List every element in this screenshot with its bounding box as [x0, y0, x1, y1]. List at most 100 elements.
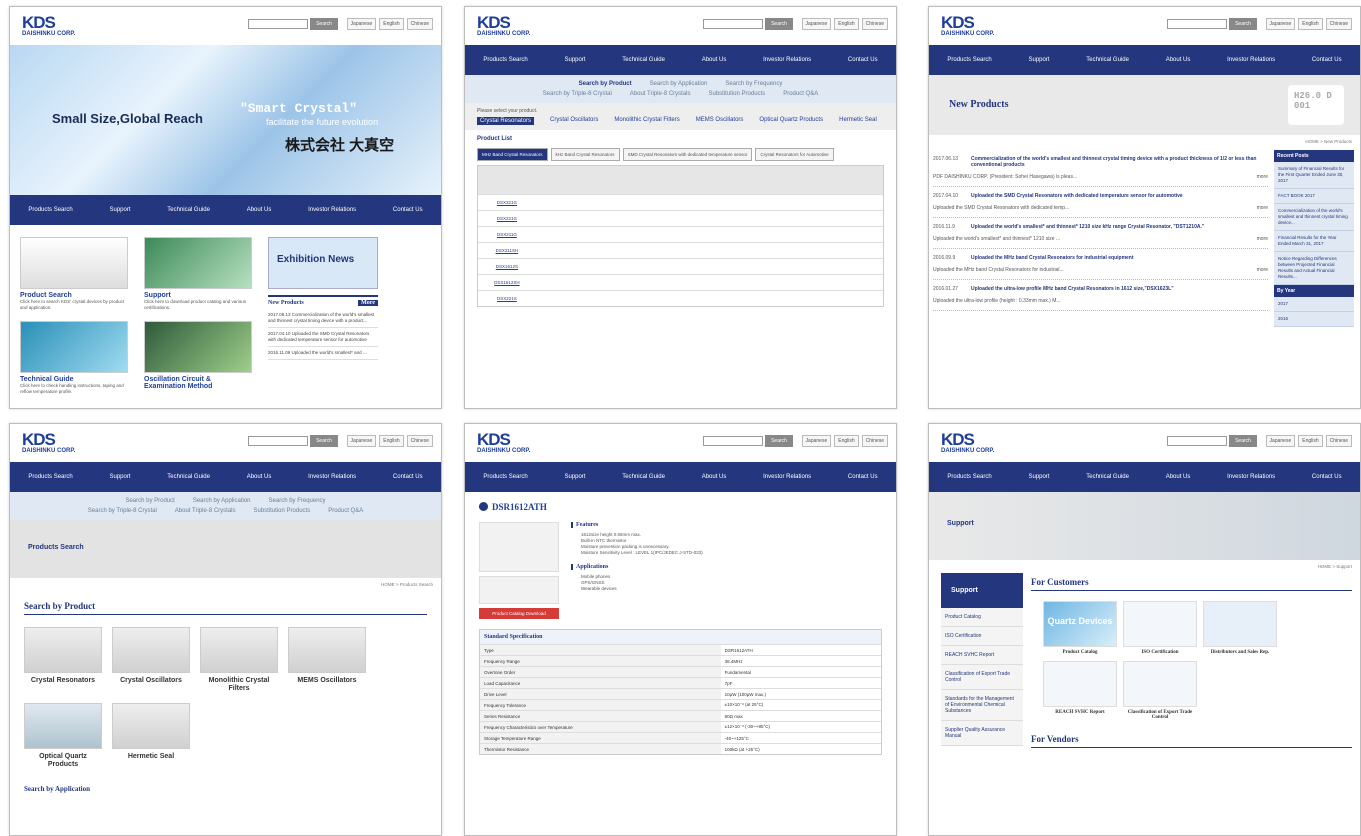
nav-investor-relations[interactable]: Investor Relations	[1227, 474, 1275, 480]
nav-contact-us[interactable]: Contact Us	[1312, 474, 1342, 480]
category-item[interactable]: MEMS Oscillators	[696, 117, 744, 125]
more-link[interactable]: more	[1257, 267, 1268, 273]
tile-title[interactable]: Support	[144, 292, 254, 299]
nav-products-search[interactable]: Products Search	[28, 474, 72, 480]
technical-guide-thumb[interactable]	[20, 321, 128, 373]
resource-card[interactable]: Distributors and Sales Rep.	[1203, 601, 1277, 655]
kds-logo[interactable]: KDS DAISHINKU CORP.	[941, 14, 999, 38]
category-item[interactable]: Optical Quartz Products	[759, 117, 823, 125]
more-link[interactable]: more	[1257, 236, 1268, 242]
news-item[interactable]: 2017.06.13 Commercialization of the worl…	[268, 309, 378, 328]
nav-about-us[interactable]: About Us	[702, 57, 727, 63]
nav-contact-us[interactable]: Contact Us	[393, 474, 423, 480]
lang-chinese[interactable]: Chinese	[1325, 435, 1352, 447]
search-button[interactable]: Search	[1229, 435, 1257, 447]
tile-title[interactable]: Product Search	[20, 292, 130, 299]
lang-english[interactable]: English	[1298, 18, 1323, 30]
sidebar-item[interactable]: REACH SVHC Report	[941, 646, 1023, 665]
model-link[interactable]: DSX211SH	[478, 248, 536, 253]
subnav-link[interactable]: About Triple-8 Crystals	[630, 91, 691, 97]
lang-chinese[interactable]: Chinese	[861, 435, 888, 447]
sidebar-item[interactable]: Supplier Quality Assurance Manual	[941, 721, 1023, 746]
model-link[interactable]: DSX221G	[478, 216, 536, 221]
resource-card[interactable]: ISO Certification	[1123, 601, 1197, 655]
lang-japanese[interactable]: Japanese	[346, 435, 377, 447]
news-headline[interactable]: Commercialization of the world's smalles…	[971, 156, 1268, 168]
search-input[interactable]	[248, 436, 308, 446]
category-item[interactable]: Crystal Oscillators	[550, 117, 598, 125]
resource-card[interactable]: Quartz Devices Product Catalog	[1043, 601, 1117, 655]
lang-english[interactable]: English	[379, 18, 404, 30]
model-link[interactable]: DSX211G	[478, 232, 536, 237]
product-card[interactable]: MEMS Oscillators	[288, 627, 366, 693]
nav-contact-us[interactable]: Contact Us	[1312, 57, 1342, 63]
nav-support[interactable]: Support	[1028, 474, 1049, 480]
model-link[interactable]: DSX221S	[478, 296, 536, 301]
nav-investor-relations[interactable]: Investor Relations	[763, 57, 811, 63]
nav-contact-us[interactable]: Contact Us	[848, 474, 878, 480]
kds-logo[interactable]: KDS DAISHINKU CORP.	[22, 14, 80, 38]
news-item[interactable]: 2017.04.10 Uploaded the SMD Crystal Reso…	[268, 328, 378, 347]
recent-post-link[interactable]: FACT BOOK 2017	[1274, 189, 1354, 204]
lang-chinese[interactable]: Chinese	[406, 18, 433, 30]
subnav-link[interactable]: Search by Triple-8 Crystal	[543, 91, 612, 97]
search-button[interactable]: Search	[310, 435, 338, 447]
support-thumb[interactable]	[144, 237, 252, 289]
news-headline[interactable]: Uploaded the MHz band Crystal Resonators…	[971, 255, 1134, 261]
tab-mhz-band[interactable]: MHz Band Crystal Resonators	[477, 148, 548, 161]
nav-about-us[interactable]: About Us	[1166, 474, 1191, 480]
subnav-link[interactable]: Substitution Products	[709, 91, 766, 97]
nav-about-us[interactable]: About Us	[1166, 57, 1191, 63]
nav-products-search[interactable]: Products Search	[947, 57, 991, 63]
category-item[interactable]: Hermetic Seal	[839, 117, 877, 125]
kds-logo[interactable]: KDS DAISHINKU CORP.	[22, 431, 80, 455]
nav-about-us[interactable]: About Us	[247, 207, 272, 213]
kds-logo[interactable]: KDS DAISHINKU CORP.	[477, 431, 535, 455]
lang-chinese[interactable]: Chinese	[406, 435, 433, 447]
catalog-download-button[interactable]: Product Catalog Download	[479, 608, 559, 619]
news-headline[interactable]: Uploaded the world's smallest* and thinn…	[971, 224, 1204, 230]
kds-logo[interactable]: KDS DAISHINKU CORP.	[941, 431, 999, 455]
resource-card[interactable]: REACH SVHC Report	[1043, 661, 1117, 720]
nav-technical-guide[interactable]: Technical Guide	[1086, 57, 1129, 63]
oscillation-thumb[interactable]	[144, 321, 252, 373]
exhibition-news-banner[interactable]: Exhibition News	[268, 237, 378, 289]
lang-english[interactable]: English	[834, 435, 859, 447]
recent-post-link[interactable]: Financial Results for the Year Ended Mar…	[1274, 231, 1354, 252]
nav-technical-guide[interactable]: Technical Guide	[622, 474, 665, 480]
model-link[interactable]: DSX1612S	[478, 264, 536, 269]
tile-title[interactable]: Oscillation Circuit & Examination Method	[144, 376, 254, 390]
nav-technical-guide[interactable]: Technical Guide	[622, 57, 665, 63]
sidebar-item[interactable]: Classification of Export Trade Control	[941, 665, 1023, 690]
news-item[interactable]: 2016.11.09 Uploaded the world's smallest…	[268, 347, 378, 360]
nav-contact-us[interactable]: Contact Us	[848, 57, 878, 63]
lang-chinese[interactable]: Chinese	[1325, 18, 1352, 30]
search-button[interactable]: Search	[765, 435, 793, 447]
nav-contact-us[interactable]: Contact Us	[393, 207, 423, 213]
nav-technical-guide[interactable]: Technical Guide	[167, 474, 210, 480]
news-headline[interactable]: Uploaded the SMD Crystal Resonators with…	[971, 193, 1183, 199]
resource-card[interactable]: Classification of Export Trade Control	[1123, 661, 1197, 720]
year-link[interactable]: 2017	[1274, 297, 1354, 312]
product-search-thumb[interactable]	[20, 237, 128, 289]
nav-support[interactable]: Support	[564, 474, 585, 480]
recent-post-link[interactable]: Summary of Financial Results for the Fir…	[1274, 162, 1354, 189]
tab-khz-band[interactable]: kHz Band Crystal Resonators	[550, 148, 620, 161]
search-by-product-link[interactable]: Search by Product	[125, 498, 174, 504]
search-input[interactable]	[703, 19, 763, 29]
kds-logo[interactable]: KDS DAISHINKU CORP.	[477, 14, 535, 38]
category-item[interactable]: Monolithic Crystal Filters	[614, 117, 679, 125]
model-link[interactable]: DSX321G	[478, 200, 536, 205]
search-by-product-link[interactable]: Search by Product	[579, 81, 632, 87]
more-button[interactable]: More	[358, 300, 378, 306]
lang-chinese[interactable]: Chinese	[861, 18, 888, 30]
sidebar-item[interactable]: Product Catalog	[941, 608, 1023, 627]
product-card[interactable]: Crystal Resonators	[24, 627, 102, 693]
category-crystal-resonators[interactable]: Crystal Resonators	[477, 117, 535, 125]
nav-technical-guide[interactable]: Technical Guide	[167, 207, 210, 213]
product-card[interactable]: Monolithic Crystal Filters	[200, 627, 278, 693]
nav-investor-relations[interactable]: Investor Relations	[308, 207, 356, 213]
recent-post-link[interactable]: Commercialization of the world's smalles…	[1274, 204, 1354, 231]
lang-english[interactable]: English	[1298, 435, 1323, 447]
product-card[interactable]: Crystal Oscillators	[112, 627, 190, 693]
